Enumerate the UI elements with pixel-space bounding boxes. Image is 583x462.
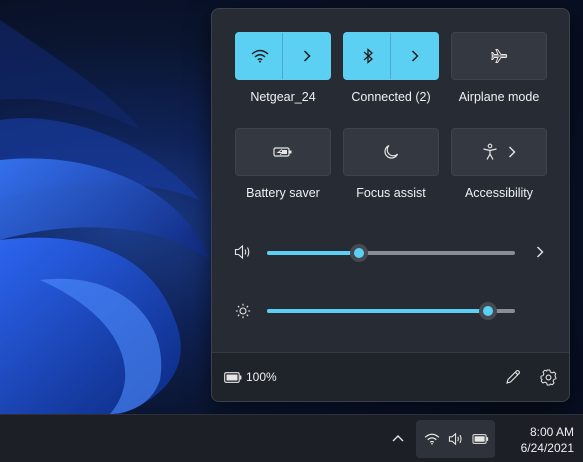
- tray-battery: [471, 433, 489, 445]
- tile-accessibility[interactable]: [451, 128, 547, 176]
- tile-airplane-mode[interactable]: [451, 32, 547, 80]
- speaker-icon: [234, 244, 250, 260]
- tile-battery-saver[interactable]: [235, 128, 331, 176]
- chevron-up-icon: [392, 435, 404, 442]
- quick-settings-tray-button[interactable]: [416, 420, 495, 458]
- sun-icon: [235, 303, 251, 319]
- brightness-slider-thumb[interactable]: [478, 302, 497, 320]
- chevron-right-icon: [303, 50, 311, 62]
- tray-volume: [447, 432, 465, 446]
- volume-mute-button[interactable]: [233, 243, 253, 261]
- taskbar-clock-date[interactable]: 6/24/2021: [521, 441, 574, 455]
- tile-label-wifi: Netgear_24: [250, 90, 316, 104]
- battery-percentage: 100%: [246, 370, 277, 384]
- volume-slider-fill: [267, 251, 359, 255]
- bluetooth-expand-button[interactable]: [390, 33, 438, 79]
- tile-label-airplane-mode: Airplane mode: [458, 90, 540, 104]
- bluetooth-toggle[interactable]: [344, 33, 392, 79]
- tile-label-accessibility: Accessibility: [464, 186, 534, 200]
- brightness-slider[interactable]: [267, 302, 515, 320]
- quick-settings-footer: 100%: [212, 352, 569, 401]
- chevron-right-icon: [537, 246, 544, 258]
- accessibility-icon: [483, 143, 497, 160]
- tile-label-bluetooth: Connected (2): [351, 90, 431, 104]
- moon-icon: [384, 144, 399, 159]
- tile-focus-assist[interactable]: [343, 128, 439, 176]
- wifi-icon: [251, 49, 269, 63]
- open-settings-button[interactable]: [538, 367, 558, 387]
- quick-settings-panel: Netgear_24 Connected (2) Airplane mode B…: [211, 8, 570, 402]
- tile-label-focus-assist: Focus assist: [356, 186, 426, 200]
- taskbar-clock-time[interactable]: 8:00 AM: [530, 425, 574, 439]
- tile-bluetooth: [343, 32, 439, 80]
- gear-icon: [540, 369, 556, 385]
- brightness-indicator: [233, 302, 253, 320]
- bluetooth-icon: [363, 48, 373, 64]
- wifi-expand-button[interactable]: [282, 33, 330, 79]
- chevron-right-icon: [411, 50, 419, 62]
- speaker-icon: [448, 432, 462, 446]
- edit-quick-settings-button[interactable]: [503, 367, 523, 387]
- battery-saver-icon: [273, 147, 292, 157]
- show-hidden-icons-button[interactable]: [388, 428, 408, 448]
- pencil-icon: [506, 370, 520, 384]
- volume-slider[interactable]: [267, 244, 515, 262]
- tray-wifi: [423, 432, 441, 446]
- tile-label-battery-saver: Battery saver: [246, 186, 320, 200]
- tile-wifi: [235, 32, 331, 80]
- airplane-icon: [491, 49, 508, 63]
- chevron-right-icon: [509, 146, 516, 158]
- volume-slider-thumb[interactable]: [349, 244, 368, 262]
- battery-icon: [471, 434, 488, 444]
- brightness-slider-fill: [267, 309, 488, 313]
- wifi-icon: [424, 433, 440, 445]
- battery-status[interactable]: [223, 370, 243, 384]
- wifi-toggle[interactable]: [236, 33, 284, 79]
- battery-icon: [224, 371, 242, 383]
- taskbar: 8:00 AM 6/24/2021: [0, 414, 583, 462]
- volume-output-expand-button[interactable]: [530, 244, 550, 260]
